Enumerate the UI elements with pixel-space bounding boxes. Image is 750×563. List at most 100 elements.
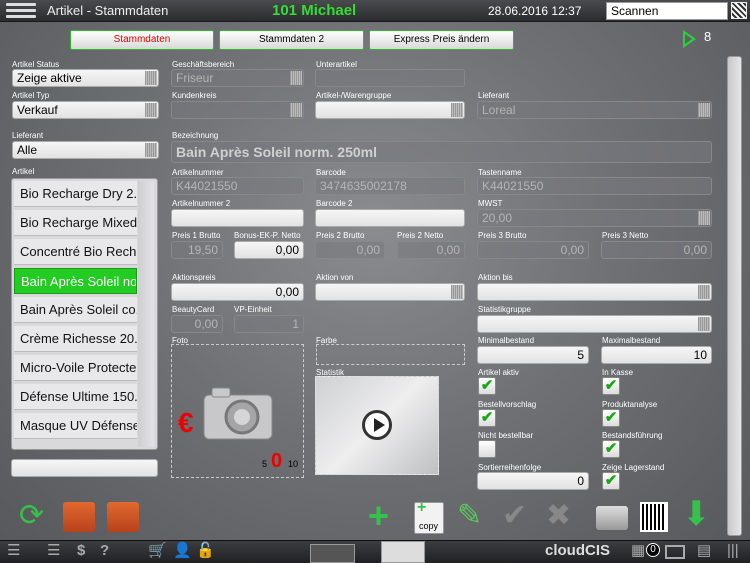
statistikgruppe-select[interactable] (477, 315, 712, 333)
window-icon[interactable] (665, 545, 685, 559)
preis2n-field[interactable]: 0,00 (397, 241, 465, 259)
user-icon[interactable]: 👤 (173, 542, 192, 560)
preis3b-field[interactable]: 0,00 (477, 241, 589, 259)
confirm-check-icon[interactable]: ✔ (502, 500, 527, 532)
app-switch-thumbnail[interactable] (310, 544, 355, 563)
lieferant-filter-select[interactable]: Alle (12, 141, 159, 159)
list-item[interactable]: Masque UV Défense... (14, 413, 137, 439)
cart-icon[interactable]: 🛒 (148, 542, 167, 560)
mwst-label: MWST (478, 199, 503, 208)
tastenname-label: Tastenname (478, 168, 522, 177)
list-item[interactable]: Bain Après Soleil co... (14, 297, 137, 323)
geschaeftsbereich-select[interactable]: Friseur (171, 69, 304, 87)
list-item[interactable]: Défense Ultime 150... (14, 384, 137, 410)
list-item-selected[interactable]: Bain Après Soleil no... (14, 268, 137, 294)
barcode-icon[interactable] (640, 502, 668, 532)
beautycard-field[interactable]: 0,00 (171, 315, 223, 333)
menu-icon[interactable] (6, 3, 36, 19)
preis2b-field[interactable]: 0,00 (315, 241, 385, 259)
artikel-status-select[interactable]: Zeige aktive (12, 69, 159, 87)
preis1-label: Preis 1 Brutto (172, 231, 221, 240)
qr-code-icon[interactable] (731, 2, 747, 19)
list-item[interactable]: Concentré Bio Rech... (14, 239, 137, 265)
import-icon[interactable] (63, 502, 95, 532)
tastenname-field[interactable]: K44021550 (477, 177, 712, 195)
stock-current: 0 (271, 450, 283, 472)
bezeichnung-field[interactable]: Bain Après Soleil norm. 250ml (171, 141, 712, 163)
stock-max: 10 (288, 459, 299, 469)
bestellvorschlag-checkbox[interactable]: ✔ (478, 409, 496, 427)
maximalbestand-field[interactable]: 10 (601, 346, 712, 364)
page-scrollbar[interactable] (727, 56, 742, 536)
menu-icon-bottom[interactable]: ☰ (7, 542, 20, 560)
preis1-field[interactable]: 19,50 (171, 241, 223, 259)
columns-icon[interactable]: ||| (727, 542, 739, 560)
farbe-area[interactable] (316, 344, 465, 365)
printer-icon[interactable] (596, 506, 628, 530)
zeige-lagerstand-checkbox[interactable]: ✔ (602, 472, 620, 490)
artikel-list[interactable]: Bio Recharge Dry 2... Bio Recharge Mixed… (11, 178, 158, 450)
list-item[interactable]: Bio Recharge Dry 2... (14, 181, 137, 207)
nicht-bestellbar-label: Nicht bestellbar (478, 431, 534, 440)
preis3n-label: Preis 3 Netto (602, 231, 649, 240)
artikel-aktiv-checkbox[interactable]: ✔ (478, 377, 496, 395)
cancel-x-icon[interactable]: ✖ (546, 500, 571, 532)
kundenkreis-select[interactable] (171, 101, 304, 119)
app-switch-thumbnail-active[interactable] (381, 541, 425, 563)
dollar-icon[interactable]: $ (77, 542, 85, 560)
list-icon[interactable]: ☰ (47, 542, 60, 560)
artikel-status-label: Artikel Status (12, 60, 60, 69)
aktion-bis-select[interactable] (477, 283, 712, 301)
tab-stammdaten[interactable]: Stammdaten (70, 30, 214, 50)
bezeichnung-label: Bezeichnung (172, 131, 219, 140)
artikelnummer2-label: Artikelnummer 2 (172, 199, 231, 208)
calendar-icon[interactable]: ▦ (631, 542, 645, 560)
warengruppe-select[interactable] (315, 101, 465, 119)
help-icon[interactable]: ? (100, 542, 109, 560)
refresh-icon[interactable]: ⟳ (19, 500, 44, 532)
customer-name[interactable]: 101 Michael (272, 2, 356, 19)
statistikgruppe-label: Statistikgruppe (478, 305, 531, 314)
play-icon[interactable] (362, 410, 392, 440)
bestandsfuehrung-checkbox[interactable]: ✔ (602, 440, 620, 458)
in-kasse-checkbox[interactable]: ✔ (602, 377, 620, 395)
list-item[interactable]: Micro-Voile Protecte... (14, 355, 137, 381)
add-icon[interactable]: + (368, 498, 389, 534)
barcode-field[interactable]: 3474635002178 (315, 177, 465, 195)
barcode2-field[interactable] (315, 209, 465, 227)
tab-stammdaten-2[interactable]: Stammdaten 2 (219, 30, 364, 50)
tab-express-preis[interactable]: Express Preis ändern (369, 30, 514, 50)
copy-button[interactable]: copy + (414, 499, 444, 534)
preis3n-field[interactable]: 0,00 (601, 241, 712, 259)
produktanalyse-checkbox[interactable]: ✔ (602, 409, 620, 427)
unterartikel-field[interactable] (315, 69, 465, 87)
list-scrollbar[interactable] (138, 181, 154, 447)
list-item[interactable]: Bio Recharge Mixed... (14, 210, 137, 236)
scan-input[interactable]: Scannen (606, 2, 728, 20)
nicht-bestellbar-checkbox[interactable] (478, 440, 496, 458)
aktion-von-select[interactable] (315, 283, 465, 301)
download-arrow-icon[interactable]: ⬇ (682, 497, 711, 531)
bestellvorschlag-label: Bestellvorschlag (478, 400, 537, 409)
layout-icon[interactable]: ▤ (697, 542, 711, 560)
minimalbestand-field[interactable]: 5 (477, 346, 589, 364)
artikelnummer2-field[interactable] (171, 209, 304, 227)
export-icon[interactable] (107, 502, 139, 532)
list-item[interactable]: Crème Richesse 20... (14, 326, 137, 352)
bonus-field[interactable]: 0,00 (234, 241, 304, 259)
artikel-typ-select[interactable]: Verkauf (12, 101, 159, 119)
vp-einheit-field[interactable]: 1 (234, 315, 304, 333)
vp-einheit-label: VP-Einheit (234, 305, 272, 314)
sortier-field[interactable]: 0 (477, 472, 589, 490)
aktionspreis-field[interactable]: 0,00 (171, 283, 304, 301)
artikelnummer-field[interactable]: K44021550 (171, 177, 304, 195)
list-filter-field[interactable] (11, 459, 158, 477)
photo-area[interactable]: € 5 0 10 (171, 344, 304, 478)
lieferant-select[interactable]: Loreal (477, 101, 712, 119)
euro-icon: € (178, 407, 194, 438)
mwst-select[interactable]: 20,00 (477, 209, 712, 227)
bonus-label: Bonus-EK-P. Netto (234, 231, 301, 240)
forward-arrow-icon[interactable] (683, 30, 696, 48)
unlock-icon[interactable]: 🔓 (196, 542, 215, 560)
edit-pencil-icon[interactable]: ✎ (457, 500, 482, 532)
